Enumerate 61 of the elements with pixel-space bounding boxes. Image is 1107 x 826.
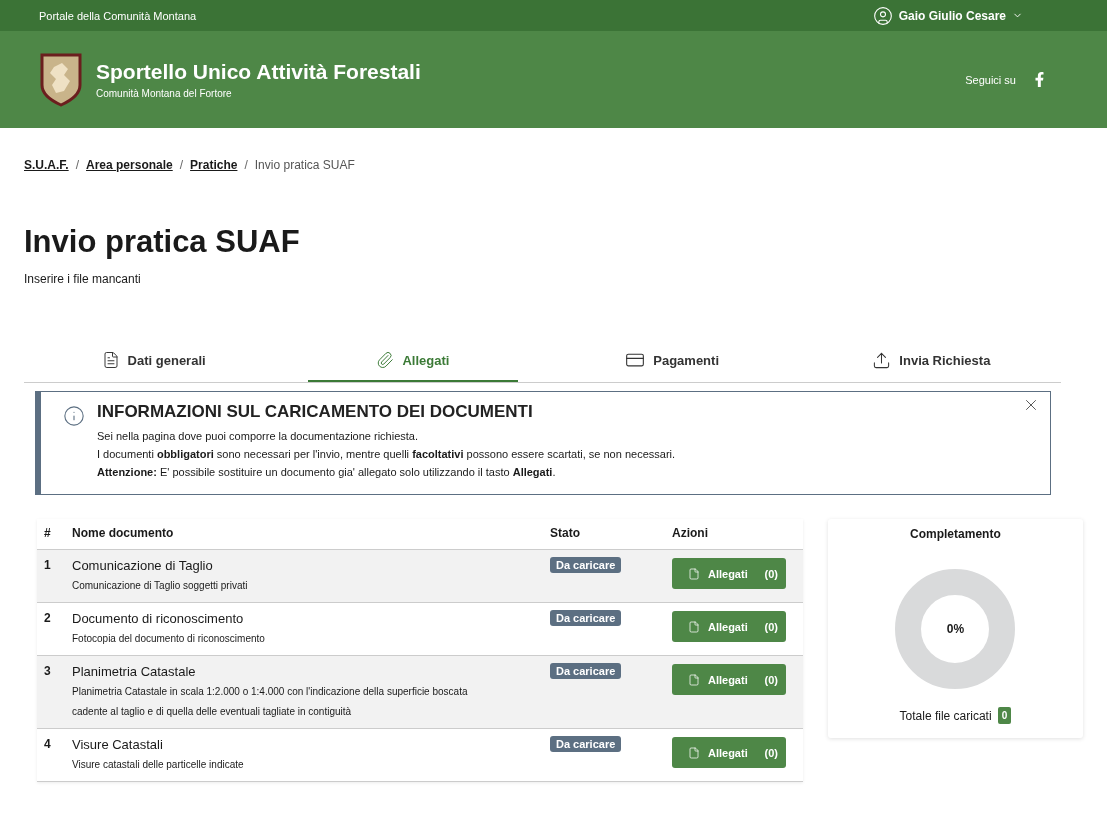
percent-label: 0% [946, 622, 965, 636]
file-icon [687, 673, 700, 686]
breadcrumb-link[interactable]: S.U.A.F. [24, 158, 69, 172]
attachments-button[interactable]: Allegati (0) [671, 611, 786, 642]
file-icon [687, 620, 700, 633]
document-description: Planimetria Catastale in scala 1:2.000 o 1:4.000 con l'indicazione della superficie boscata cadente al taglio e di quella delle eventuali tagliate in contiguità [72, 685, 469, 719]
alert-title: INFORMAZIONI SUL CARICAMENTO DEI DOCUMENTI [97, 402, 534, 422]
portal-link[interactable]: Portale della Comunità Montana [39, 9, 197, 22]
document-icon [101, 351, 120, 369]
alert-text: Attenzione: E' possibile sostituire un documento gia' allegato solo utilizzando il tasto Allegati. [97, 465, 557, 480]
document-description: Comunicazione di Taglio soggetti privati [72, 579, 249, 593]
file-icon [687, 567, 700, 580]
user-icon [872, 5, 893, 26]
paperclip-icon [376, 351, 395, 369]
page-title: Invio pratica SUAF [24, 224, 301, 260]
row-number: 3 [44, 664, 51, 678]
upload-icon [872, 350, 892, 370]
breadcrumb-link[interactable]: Pratiche [190, 158, 238, 172]
tab[interactable]: Dati generali [49, 340, 259, 382]
breadcrumb-separator: / [244, 158, 248, 172]
breadcrumb-separator: / [179, 158, 184, 172]
document-name: Planimetria Catastale [72, 664, 197, 679]
tab[interactable]: Pagamenti [567, 340, 777, 382]
total-label: Totale file caricati [899, 708, 992, 723]
user-menu[interactable]: Gaio Giulio Cesare [872, 5, 1023, 26]
document-name: Documento di riconoscimento [72, 611, 245, 626]
page-subtitle: Inserire i file mancanti [24, 272, 142, 286]
facebook-icon[interactable] [1032, 72, 1047, 87]
file-icon [687, 746, 700, 759]
status-badge: Da caricare [549, 610, 622, 626]
total-count: 0 [997, 707, 1012, 724]
breadcrumb-separator: / [75, 158, 79, 172]
attachments-button[interactable]: Allegati (0) [671, 664, 786, 695]
column-header: Azioni [664, 519, 803, 550]
column-header: Nome documento [65, 519, 543, 550]
status-badge: Da caricare [549, 736, 622, 752]
status-badge: Da caricare [549, 663, 622, 679]
document-name: Visure Catastali [72, 737, 164, 752]
tab[interactable]: Allegati [308, 340, 518, 382]
breadcrumb-current[interactable]: Invio pratica SUAF [254, 158, 355, 172]
shield-logo-icon [40, 52, 82, 107]
document-description: Visure catastali delle particelle indicate [72, 758, 245, 772]
row-number: 4 [44, 737, 51, 751]
breadcrumb-link[interactable]: Area personale [86, 158, 173, 172]
document-name: Comunicazione di Taglio [72, 558, 214, 573]
tab[interactable]: Invia Richiesta [826, 340, 1036, 382]
column-header: Stato [542, 519, 665, 550]
social-label: Seguici su [965, 73, 1016, 86]
info-icon [63, 405, 85, 427]
row-number: 2 [44, 611, 51, 625]
site-title: Sportello Unico Attività Forestali [96, 60, 421, 84]
column-header: # [37, 519, 65, 550]
alert-text: I documenti obbligatori sono necessari per l'invio, mentre quelli facoltativi possono essere scartati, se non necessari. [97, 447, 676, 462]
document-description: Fotocopia del documento di riconoscimento [72, 632, 266, 646]
status-badge: Da caricare [549, 557, 622, 573]
attachments-button[interactable]: Allegati (0) [671, 737, 786, 768]
row-number: 1 [44, 558, 51, 572]
attachments-button[interactable]: Allegati (0) [671, 558, 786, 589]
site-subtitle: Comunità Montana del Fortore [96, 88, 233, 99]
card-title: Completamento [910, 527, 1001, 541]
alert-text: Sei nella pagina dove puoi comporre la documentazione richiesta. [97, 429, 420, 444]
